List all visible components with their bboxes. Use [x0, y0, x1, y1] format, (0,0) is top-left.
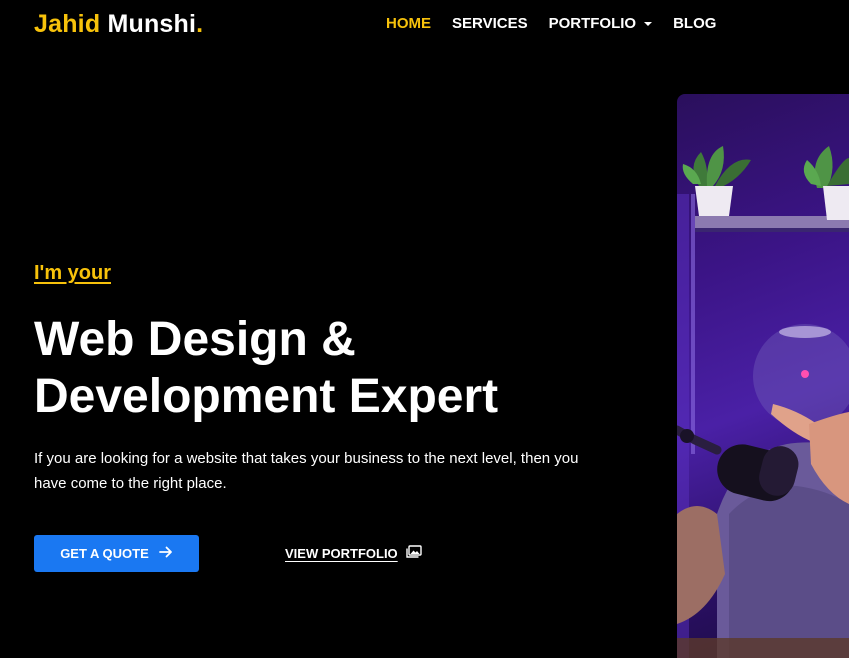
logo-dot: . [196, 10, 204, 38]
nav-portfolio-label: PORTFOLIO [548, 15, 637, 32]
view-portfolio-label: VIEW PORTFOLIO [285, 545, 398, 561]
hero-eyebrow: I'm your [34, 262, 111, 284]
logo-last-name: Munshi [107, 10, 197, 38]
logo-first-name: Jahid [34, 10, 101, 38]
headline-line-1: Web Design & [34, 313, 356, 366]
caret-down-icon [644, 21, 653, 26]
image-icon [398, 545, 422, 561]
hero-photo [677, 94, 849, 658]
get-a-quote-button[interactable]: GET A QUOTE [34, 535, 199, 572]
nav-portfolio-dropdown[interactable]: PORTFOLIO [549, 15, 653, 32]
nav-home-link[interactable]: HOME [386, 15, 431, 32]
get-a-quote-label: GET A QUOTE [60, 546, 149, 561]
view-portfolio-link[interactable]: VIEW PORTFOLIO [285, 545, 422, 561]
hero-photo-illustration [677, 146, 849, 658]
site-logo[interactable]: Jahid Munshi. [34, 10, 203, 39]
main-nav: HOME SERVICES PORTFOLIO BLOG [386, 15, 716, 32]
arrow-right-icon [158, 545, 173, 563]
nav-services-link[interactable]: SERVICES [452, 15, 528, 32]
hero-headline: Web Design & Development Expert [34, 311, 594, 425]
headline-line-2: Development Expert [34, 370, 499, 423]
hero-description: If you are looking for a website that ta… [34, 450, 579, 492]
nav-blog-link[interactable]: BLOG [673, 15, 716, 32]
